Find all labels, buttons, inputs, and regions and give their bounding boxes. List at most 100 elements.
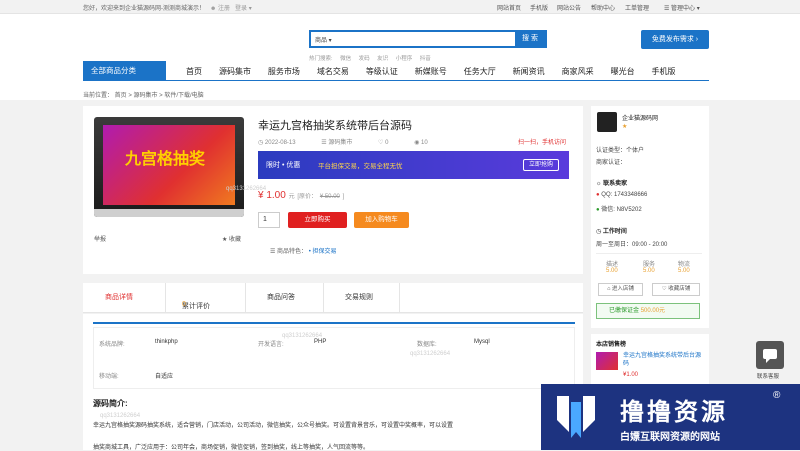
- contact-title: ☼ 联系卖家: [596, 181, 628, 187]
- nav-item-source-market[interactable]: 源码集市: [219, 66, 251, 77]
- site-logo-overlay: 撸撸资源 ® 白嫖互联网资源的网站: [541, 384, 800, 450]
- views-value: 10: [420, 140, 428, 146]
- price-unit: 元: [288, 194, 295, 200]
- tab-reviews-label: 累计评价: [182, 303, 210, 310]
- nav-item-domain[interactable]: 域名交易: [317, 66, 349, 77]
- hot-item-title[interactable]: 幸运九宫格抽奖系统带后台源码: [623, 352, 703, 368]
- topbar-link-admin[interactable]: ☰ 管理中心 ▾: [664, 3, 700, 12]
- welcome-message: 您好，欢迎来到企业猫源码网-测测商城演示！: [83, 6, 205, 12]
- qq-icon: ●: [596, 192, 600, 198]
- buy-now-button[interactable]: 立即购买: [288, 212, 347, 228]
- watermark-text: qq3131262664: [100, 413, 141, 419]
- logo-mark-icon: [557, 396, 595, 438]
- logo-registered-mark: ®: [773, 390, 781, 401]
- favorite-label: 收藏: [229, 237, 242, 243]
- hot-search-item[interactable]: 友识: [377, 56, 388, 62]
- nav-item-media-account[interactable]: 新媒账号: [415, 66, 447, 77]
- views-meta: ◉ 10: [414, 140, 428, 146]
- admin-label: 管理中心: [671, 6, 696, 12]
- promo-tag: 限时 • 优惠: [266, 162, 301, 169]
- shop-avatar[interactable]: [597, 112, 617, 132]
- post-request-button[interactable]: 免费发布需求 ›: [641, 30, 709, 49]
- section-title: 源码简介:: [93, 399, 128, 408]
- add-to-cart-button[interactable]: 加入购物车: [354, 212, 409, 228]
- shop-name[interactable]: 企业猫源码网: [622, 113, 658, 122]
- deposit-badge: 已缴保证金 500.00元: [596, 303, 700, 319]
- nav-item-home[interactable]: 首页: [186, 66, 202, 77]
- all-categories-button[interactable]: 全部商品分类: [83, 61, 166, 80]
- hot-search-item[interactable]: 抖音: [420, 56, 431, 62]
- shop-level-icon: ★: [622, 124, 628, 130]
- nav-item-news[interactable]: 新闻资讯: [513, 66, 545, 77]
- nav-item-merchants[interactable]: 商家风采: [562, 66, 594, 77]
- contact-title-label: 联系卖家: [603, 181, 628, 187]
- product-image[interactable]: 九宫格抽奖: [94, 117, 244, 217]
- customer-service-button[interactable]: [756, 341, 784, 369]
- search-button[interactable]: 搜 索: [515, 32, 545, 46]
- favorite-shop-button[interactable]: ♡ 收藏店铺: [652, 283, 700, 296]
- hot-item-thumb[interactable]: [596, 352, 618, 370]
- promo-buy-button[interactable]: 立即抢购: [523, 159, 559, 171]
- search-box[interactable]: 商品 ▾ 搜 索: [309, 30, 547, 48]
- topbar-link-tickets[interactable]: 工单管理: [625, 3, 649, 12]
- search-category-select[interactable]: 商品 ▾: [315, 35, 332, 44]
- enter-shop-label: 进入店铺: [611, 286, 634, 292]
- tab-divider: [399, 283, 400, 313]
- wechat-value: N8V5202: [616, 207, 642, 213]
- hot-search-label: 热门搜索:: [309, 56, 333, 62]
- spec-value: thinkphp: [155, 339, 178, 345]
- rating-value: 5.00: [643, 268, 655, 274]
- spec-key: 开发语言:: [258, 342, 284, 348]
- nav-item-service-market[interactable]: 服务市场: [268, 66, 300, 77]
- spec-value: 自适应: [155, 374, 174, 380]
- spec-key: 系统品牌:: [99, 342, 125, 348]
- register-link[interactable]: ☻ 注册: [207, 6, 230, 12]
- scan-mobile-link[interactable]: 扫一扫，手机访问: [518, 137, 566, 146]
- hot-search-item[interactable]: 小程序: [396, 56, 413, 62]
- shop-merchant-auth: 商家认证：: [596, 160, 627, 166]
- product-image-text: 九宫格抽奖: [125, 151, 206, 168]
- hot-sales-title: 本店销售榜: [596, 342, 627, 348]
- nav-item-certification[interactable]: 等级认证: [366, 66, 398, 77]
- hot-search-item[interactable]: 发码: [359, 56, 370, 62]
- favorite-link[interactable]: ★ 收藏: [222, 234, 241, 243]
- promo-banner: 限时 • 优惠 平台担保交易，交易全程无忧 立即抢购: [258, 151, 569, 179]
- hours-title-label: 工作时间: [602, 229, 627, 235]
- topbar-link-help[interactable]: 帮助中心: [591, 3, 615, 12]
- qq-contact[interactable]: ● QQ: 1743348666: [596, 192, 647, 198]
- deposit-value: 500.00元: [640, 308, 666, 314]
- hot-search: 热门搜索: 微信 发码 友识 小程序 抖音: [309, 54, 437, 62]
- features-value: • 担保交易: [308, 249, 337, 255]
- nav-item-mobile[interactable]: 手机版: [652, 66, 676, 77]
- topbar-link-home[interactable]: 网站首页: [497, 3, 521, 12]
- topbar-link-mobile[interactable]: 手机版: [530, 3, 548, 12]
- login-link[interactable]: 登录 ▾: [232, 6, 252, 12]
- tab-questions[interactable]: 商品问答: [267, 292, 295, 302]
- chat-icon: [763, 349, 777, 363]
- topbar-link-notice[interactable]: 网站公告: [557, 3, 581, 12]
- top-bar: 您好，欢迎来到企业猫源码网-测测商城演示！ ☻ 注册 登录 ▾ 网站首页 手机版…: [0, 0, 800, 14]
- nav-item-task-hall[interactable]: 任务大厅: [464, 66, 496, 77]
- nav-divider: [83, 80, 709, 81]
- customer-service-label: 联系客服: [757, 374, 780, 380]
- shop-auth-type: 认证类型：个体户: [596, 148, 645, 154]
- report-link[interactable]: 举报: [94, 234, 106, 243]
- detail-accent-line: [93, 322, 575, 324]
- tab-details[interactable]: 商品详情: [105, 292, 133, 302]
- rating-value: 5.00: [678, 268, 690, 274]
- qq-value: 1743348666: [613, 192, 648, 198]
- hot-search-item[interactable]: 微信: [340, 56, 351, 62]
- likes-value: 0: [385, 140, 389, 146]
- favorite-shop-label: 收藏店铺: [668, 286, 691, 292]
- wechat-contact[interactable]: ● 微信: N8V5202: [596, 204, 642, 213]
- tab-rules[interactable]: 交易规则: [345, 292, 373, 302]
- quantity-stepper[interactable]: 1: [258, 212, 280, 228]
- price-value: ¥ 1.00: [258, 190, 286, 201]
- description-text: 幸运九宫格抽奖源码抽奖系统，适合营销，门店活动，公司活动，微信抽奖，公众号抽奖。…: [93, 423, 454, 429]
- nav-item-exposure[interactable]: 曝光台: [611, 66, 635, 77]
- rating-label: 物流: [678, 262, 691, 268]
- product-title: 幸运九宫格抽奖系统带后台源码: [258, 120, 412, 132]
- enter-shop-button[interactable]: ⌂ 进入店铺: [598, 283, 643, 296]
- promo-text: 平台担保交易，交易全程无忧: [318, 163, 403, 170]
- old-price-end: ]: [342, 194, 345, 200]
